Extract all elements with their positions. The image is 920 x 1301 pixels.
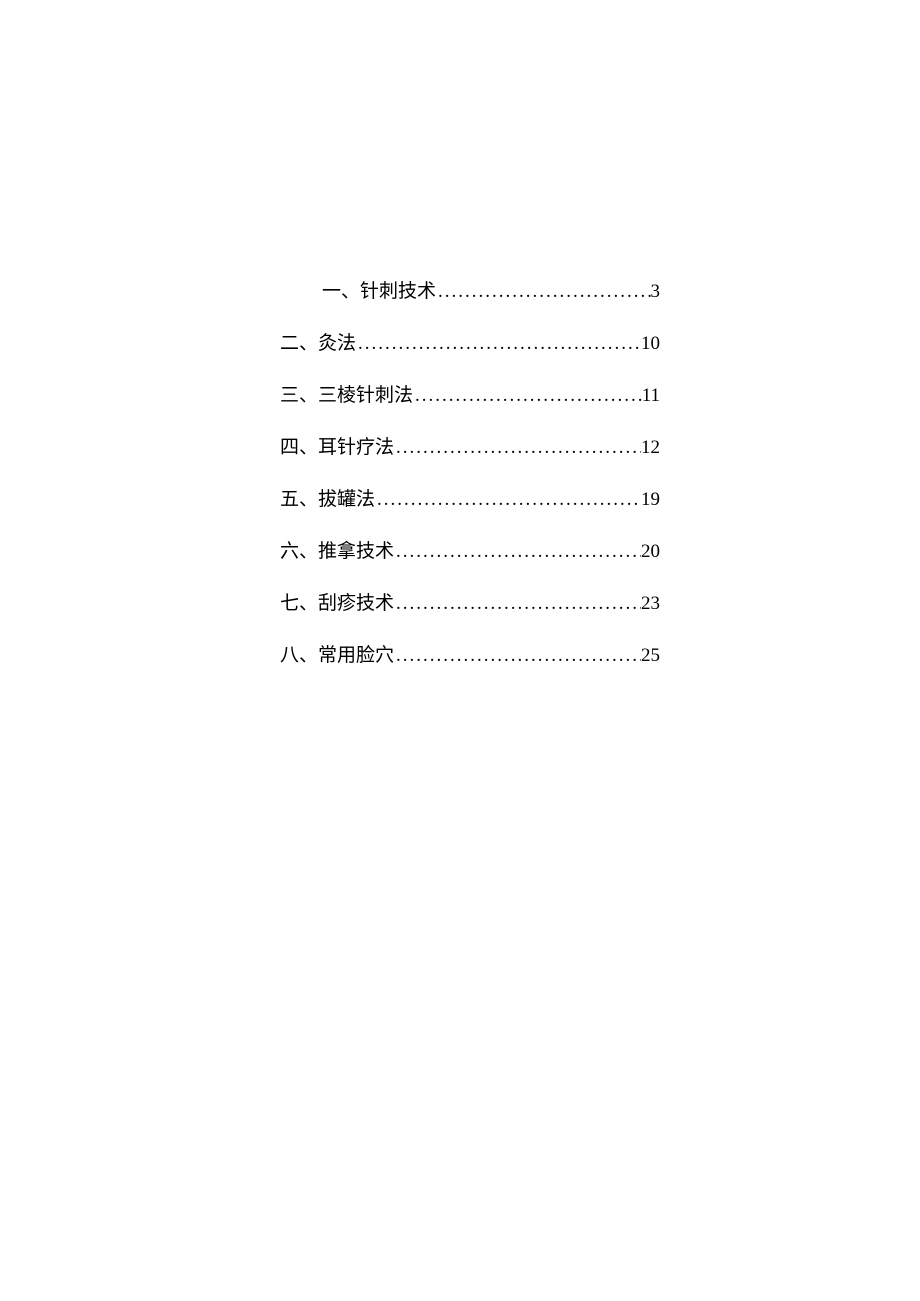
toc-title: 六、推拿技术 [280, 542, 394, 561]
toc-entry: 八、常用脸穴 .................................… [280, 646, 660, 665]
toc-page: 19 [641, 490, 660, 509]
toc-entry: 七、刮疹技术 .................................… [280, 594, 660, 613]
toc-container: 一、针刺技术 .................................… [280, 282, 660, 698]
toc-dots: ........................................… [394, 438, 641, 457]
toc-title: 二、灸法 [280, 334, 356, 353]
toc-title: 三、三棱针刺法 [280, 386, 413, 405]
toc-title: 四、耳针疗法 [280, 438, 394, 457]
toc-dots: ........................................… [394, 594, 641, 613]
toc-dots: ........................................… [413, 386, 642, 405]
toc-entry: 二、灸法 ...................................… [280, 334, 660, 353]
toc-entry: 六、推拿技术 .................................… [280, 542, 660, 561]
toc-dots: ........................................… [375, 490, 641, 509]
toc-title: 八、常用脸穴 [280, 646, 394, 665]
toc-title: 一、针刺技术 [322, 282, 436, 301]
toc-page: 3 [651, 282, 661, 301]
toc-dots: ........................................… [356, 334, 641, 353]
toc-dots: ........................................… [394, 542, 641, 561]
toc-page: 11 [642, 386, 660, 405]
toc-entry: 五、拔罐法 ..................................… [280, 490, 660, 509]
toc-entry: 三、三棱针刺法 ................................… [280, 386, 660, 405]
toc-entry: 四、耳针疗法 .................................… [280, 438, 660, 457]
toc-page: 10 [641, 334, 660, 353]
toc-title: 五、拔罐法 [280, 490, 375, 509]
toc-title: 七、刮疹技术 [280, 594, 394, 613]
toc-dots: ........................................… [436, 282, 650, 301]
toc-page: 12 [641, 438, 660, 457]
toc-entry: 一、针刺技术 .................................… [280, 282, 660, 301]
toc-page: 25 [641, 646, 660, 665]
toc-page: 23 [641, 594, 660, 613]
toc-page: 20 [641, 542, 660, 561]
toc-dots: ........................................… [394, 646, 641, 665]
